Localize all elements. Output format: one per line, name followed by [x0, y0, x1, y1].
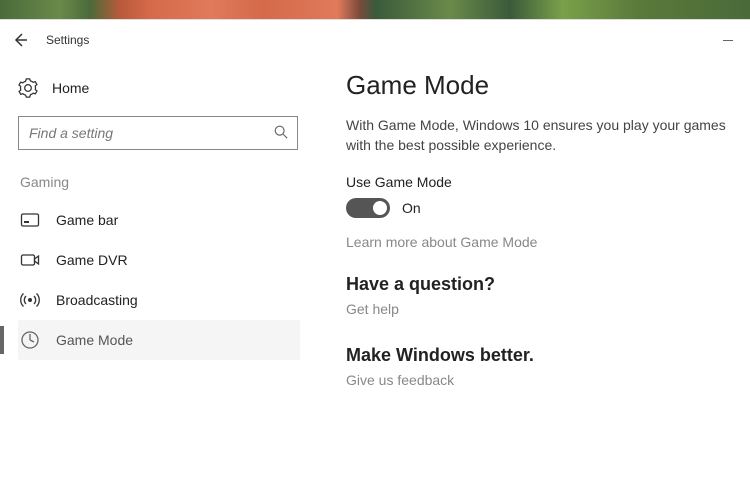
get-help-link[interactable]: Get help	[346, 301, 399, 317]
desktop-wallpaper-strip	[0, 0, 750, 20]
sidebar-item-broadcasting[interactable]: Broadcasting	[18, 280, 300, 320]
sidebar-item-label: Game bar	[56, 212, 118, 228]
window-title: Settings	[46, 33, 89, 47]
sidebar-item-game-mode[interactable]: Game Mode	[18, 320, 300, 360]
page-title: Game Mode	[346, 70, 728, 101]
question-heading: Have a question?	[346, 274, 728, 295]
search-wrap	[18, 116, 298, 150]
better-heading: Make Windows better.	[346, 345, 728, 366]
learn-more-link[interactable]: Learn more about Game Mode	[346, 234, 537, 250]
sidebar-nav-list: Game bar Game DVR Broadcasting Game Mode	[18, 200, 300, 360]
sidebar-item-label: Game DVR	[56, 252, 128, 268]
sidebar-item-label: Broadcasting	[56, 292, 138, 308]
broadcasting-icon	[20, 290, 40, 310]
main-content: Game Mode With Game Mode, Windows 10 ens…	[310, 60, 750, 500]
toggle-label: Use Game Mode	[346, 174, 728, 190]
sidebar: Home Gaming Game bar Game DVR	[0, 60, 310, 500]
gear-icon	[18, 78, 38, 98]
game-dvr-icon	[20, 250, 40, 270]
back-button[interactable]	[0, 20, 40, 60]
toggle-row: On	[346, 198, 728, 218]
toggle-knob	[373, 201, 387, 215]
sidebar-item-label: Game Mode	[56, 332, 133, 348]
arrow-left-icon	[12, 32, 28, 48]
sidebar-category: Gaming	[18, 174, 300, 190]
search-input[interactable]	[18, 116, 298, 150]
feedback-link[interactable]: Give us feedback	[346, 372, 454, 388]
home-label: Home	[52, 80, 89, 96]
titlebar: Settings	[0, 20, 750, 60]
page-description: With Game Mode, Windows 10 ensures you p…	[346, 115, 726, 156]
minimize-icon	[723, 40, 733, 41]
game-mode-icon	[20, 330, 40, 350]
home-nav[interactable]: Home	[18, 78, 300, 98]
game-mode-toggle[interactable]	[346, 198, 390, 218]
minimize-button[interactable]	[718, 30, 738, 50]
game-bar-icon	[20, 210, 40, 230]
toggle-state: On	[402, 200, 421, 216]
sidebar-item-game-bar[interactable]: Game bar	[18, 200, 300, 240]
body-area: Home Gaming Game bar Game DVR	[0, 60, 750, 500]
sidebar-item-game-dvr[interactable]: Game DVR	[18, 240, 300, 280]
